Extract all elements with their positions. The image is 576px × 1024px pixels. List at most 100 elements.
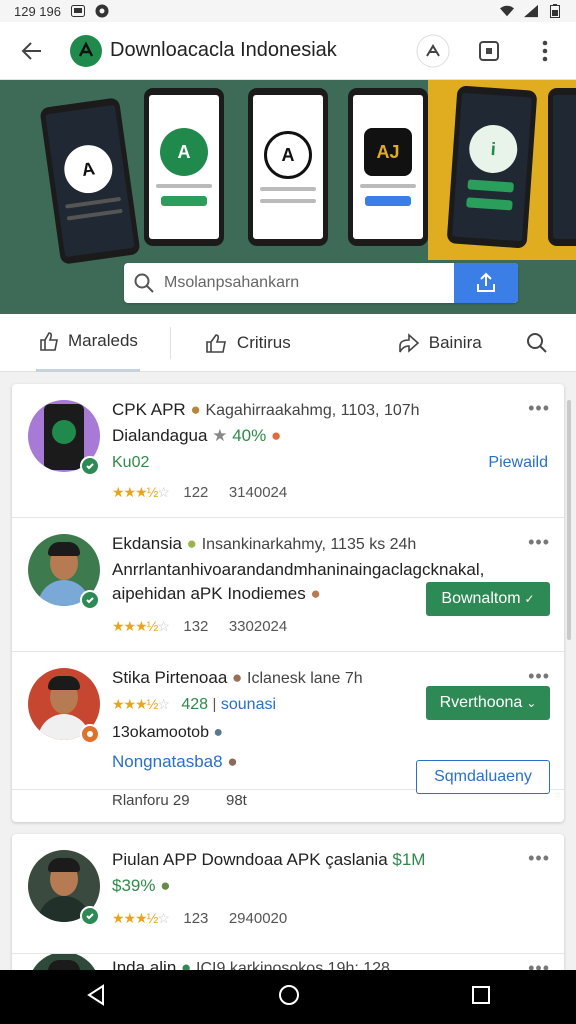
- rating-count: 123: [183, 910, 209, 927]
- emoji-icon: ●: [232, 668, 243, 687]
- phone-mockup-4: AJ: [348, 88, 428, 246]
- more-options-icon[interactable]: •••: [528, 666, 550, 687]
- more-options-icon[interactable]: •••: [528, 398, 550, 419]
- item-sub: 13okamootob: [112, 724, 209, 741]
- item-line: aipehidan aPK Inodiemes: [112, 584, 306, 603]
- tab-critirus[interactable]: Critirus: [205, 314, 291, 372]
- rating-stars: ★★★½☆: [112, 618, 170, 634]
- tab-search[interactable]: [526, 314, 548, 372]
- item-meta: Kagahirraakahmg, 1103, 107h: [205, 402, 420, 419]
- scrollbar[interactable]: [567, 400, 571, 640]
- mail-icon: [71, 4, 85, 18]
- battery-icon: [548, 4, 562, 18]
- item-meta: Insankinarkahmy, 1135 ks 24h: [201, 536, 417, 553]
- list-card-1: CPK APR ● Kagahirraakahmg, 1103, 107h Di…: [12, 384, 564, 822]
- emoji-icon: ●: [227, 752, 238, 771]
- item-meta: Iclanesk lane 7h: [247, 670, 363, 687]
- chevron-down-icon: ⌄: [526, 696, 537, 710]
- verified-badge-icon: [80, 906, 100, 926]
- search-submit-button[interactable]: [454, 263, 518, 303]
- button-label: Bownaltom: [441, 590, 521, 607]
- item-tag: Ku02: [112, 454, 150, 471]
- item-price-note: sounasi: [220, 696, 277, 713]
- secondary-button[interactable]: Sqmdaluaeny: [416, 760, 550, 794]
- item-name: Ekdansia: [112, 534, 182, 553]
- item-date: 3302024: [228, 618, 288, 635]
- verified-badge-icon: [80, 456, 100, 476]
- item-title: Piulan APP Downdoaa APK çaslania $1M: [112, 850, 524, 870]
- item-title: CPK APR ● Kagahirraakahmg, 1103, 107h: [112, 400, 524, 420]
- page-title: Downloacacla Indonesiak: [110, 39, 337, 61]
- download-button[interactable]: Rverthoona ⌄: [426, 686, 550, 720]
- system-nav-bar: [0, 970, 576, 1024]
- download-button[interactable]: Bownaltom ✓: [426, 582, 550, 616]
- item-name: CPK APR: [112, 400, 186, 419]
- item-price-row: $39% ●: [112, 876, 171, 896]
- nav-home-icon[interactable]: [277, 983, 301, 1012]
- item-description: Anrrlantanhivoarandandmhaninaingaclagckn…: [112, 560, 485, 579]
- thumb-up-icon: [40, 332, 58, 351]
- item-foot-b: 98t: [226, 792, 247, 809]
- app-list: CPK APR ● Kagahirraakahmg, 1103, 107h Di…: [12, 384, 564, 994]
- tab-bainira[interactable]: Bainira: [397, 314, 482, 372]
- item-date: 3140024: [228, 484, 288, 501]
- more-options-icon[interactable]: •••: [528, 848, 550, 869]
- phone-mockup-6: [548, 88, 576, 246]
- nav-recents-icon[interactable]: [471, 985, 491, 1010]
- phone-mockup-1: A: [39, 97, 141, 265]
- rating-count: 132: [183, 618, 209, 635]
- item-price: 40%: [232, 426, 267, 445]
- tab-maraleds[interactable]: Maraleds: [36, 314, 140, 372]
- app-icon-black: A: [264, 131, 312, 179]
- verified-badge-icon: [80, 590, 100, 610]
- item-name: Piulan APP Downdoaa APK çaslania: [112, 850, 388, 869]
- list-item[interactable]: Ekdansia ● Insankinarkahmy, 1135 ks 24h …: [12, 518, 564, 652]
- overflow-menu-icon[interactable]: [528, 34, 562, 68]
- nav-back-icon[interactable]: [85, 983, 107, 1011]
- status-badge-icon: [80, 724, 100, 744]
- share-arrow-icon: [398, 332, 419, 353]
- status-time: 129 196: [14, 3, 61, 19]
- rating-stars: ★★★½☆: [112, 696, 170, 712]
- app-bar: Downloacacla Indonesiak: [0, 22, 576, 80]
- phone-mockup-3: A: [248, 88, 328, 246]
- item-price: 428: [181, 696, 209, 713]
- item-rating-row: ★★★½☆ 122 3140024: [112, 484, 287, 502]
- tab-divider: [169, 326, 171, 359]
- item-date: 2940020: [228, 910, 288, 927]
- button-label: Sqmdaluaeny: [434, 768, 532, 785]
- item-name: Stika Pirtenoaa: [112, 668, 228, 687]
- share-icon[interactable]: [416, 34, 450, 68]
- emoji-icon: ●: [213, 724, 224, 741]
- list-item[interactable]: CPK APR ● Kagahirraakahmg, 1103, 107h Di…: [12, 384, 564, 518]
- item-rating-row: ★★★½☆ 428 | sounasi: [112, 696, 276, 714]
- rating-count: 122: [183, 484, 209, 501]
- button-label: Rverthoona: [439, 694, 523, 711]
- emoji-icon: ●: [310, 584, 321, 603]
- emoji-icon: ●: [270, 426, 282, 445]
- item-link[interactable]: Nongnatasba8: [112, 752, 223, 771]
- item-sub-row: 13okamootob ●: [112, 724, 223, 742]
- item-foot-a: Rlanforu 29: [112, 792, 190, 809]
- tab-label: Critirus: [236, 332, 291, 352]
- item-price: $1M: [392, 850, 426, 869]
- bookmark-icon[interactable]: [472, 34, 506, 68]
- emoji-icon: ●: [186, 534, 197, 553]
- search-input[interactable]: Msolanpsahankarn: [164, 274, 454, 292]
- search-bar[interactable]: Msolanpsahankarn: [124, 263, 518, 303]
- tab-label: Maraleds: [68, 331, 138, 350]
- app-logo: [70, 34, 102, 67]
- more-options-icon[interactable]: •••: [528, 532, 550, 553]
- list-item[interactable]: Stika Pirtenoaa ● Iclanesk lane 7h ★★★½☆…: [12, 652, 564, 794]
- separator: |: [212, 696, 217, 713]
- chevron-down-icon: ✓: [524, 592, 535, 606]
- tab-bar: Maraleds Critirus Bainira: [0, 314, 576, 372]
- item-subtitle: Dialandagua ★ 40% ●: [112, 426, 434, 446]
- upload-icon: [477, 272, 495, 292]
- list-item[interactable]: Piulan APP Downdoaa APK çaslania $1M $39…: [12, 834, 564, 954]
- back-arrow-icon[interactable]: [14, 33, 50, 69]
- item-footer: Rlanforu 29 98t: [12, 790, 564, 822]
- rating-stars: ★★★½☆: [112, 484, 170, 500]
- download-link[interactable]: Piewaild: [488, 454, 548, 472]
- search-icon: [526, 332, 547, 353]
